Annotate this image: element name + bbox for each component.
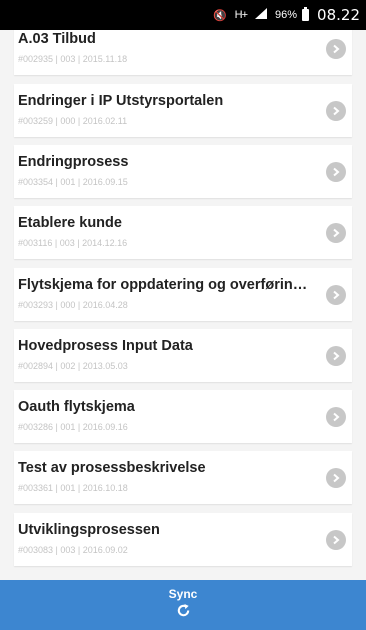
chevron-right-icon[interactable] xyxy=(326,468,346,488)
item-title: A.03 Tilbud xyxy=(18,31,96,47)
chevron-right-icon[interactable] xyxy=(326,346,346,366)
item-title: Endringprosess xyxy=(18,154,129,170)
item-title: Oauth flytskjema xyxy=(18,399,135,415)
chevron-right-icon[interactable] xyxy=(326,530,346,550)
item-meta: #003361 | 001 | 2016.10.18 xyxy=(18,483,128,493)
item-title: Hovedprosess Input Data xyxy=(18,338,193,354)
list-item[interactable]: Oauth flytskjema #003286 | 001 | 2016.09… xyxy=(14,390,352,443)
item-meta: #003286 | 001 | 2016.09.16 xyxy=(18,422,128,432)
signal-icon xyxy=(255,8,268,22)
chevron-right-icon[interactable] xyxy=(326,162,346,182)
chevron-right-icon[interactable] xyxy=(326,39,346,59)
list-item[interactable]: Etablere kunde #003116 | 003 | 2014.12.1… xyxy=(14,206,352,259)
chevron-right-icon[interactable] xyxy=(326,285,346,305)
sync-label: Sync xyxy=(168,587,198,601)
sync-button[interactable]: Sync xyxy=(0,580,366,630)
status-bar: 🔇 H+ 96% 08.22 xyxy=(0,0,366,30)
list-item[interactable]: Endringer i IP Utstyrsportalen #003259 |… xyxy=(14,84,352,137)
process-list: A.03 Tilbud #002935 | 003 | 2015.11.18 E… xyxy=(0,30,366,580)
chevron-right-icon[interactable] xyxy=(326,407,346,427)
item-meta: #002935 | 003 | 2015.11.18 xyxy=(18,54,128,64)
item-meta: #002894 | 002 | 2013.05.03 xyxy=(18,361,128,371)
list-item[interactable]: Flytskjema for oppdatering og overføring… xyxy=(14,268,352,321)
list-item[interactable]: Utviklingsprosessen #003083 | 003 | 2016… xyxy=(14,513,352,566)
list-item[interactable]: Hovedprosess Input Data #002894 | 002 | … xyxy=(14,329,352,382)
network-type-icon: H+ xyxy=(234,9,248,21)
item-title: Endringer i IP Utstyrsportalen xyxy=(18,93,224,109)
mute-icon: 🔇 xyxy=(212,9,227,22)
item-title: Utviklingsprosessen xyxy=(18,522,160,538)
item-meta: #003354 | 001 | 2016.09.15 xyxy=(18,177,128,187)
battery-icon xyxy=(302,7,310,21)
item-meta: #003293 | 000 | 2016.04.28 xyxy=(18,300,128,310)
battery-percent: 96% xyxy=(275,9,298,21)
list-item[interactable]: Endringprosess #003354 | 001 | 2016.09.1… xyxy=(14,145,352,198)
item-title: Test av prosessbeskrivelse xyxy=(18,460,206,476)
clock: 08.22 xyxy=(317,6,360,24)
item-meta: #003259 | 000 | 2016.02.11 xyxy=(18,116,128,126)
chevron-right-icon[interactable] xyxy=(326,223,346,243)
item-meta: #003083 | 003 | 2016.09.02 xyxy=(18,545,128,555)
chevron-right-icon[interactable] xyxy=(326,101,346,121)
refresh-icon xyxy=(176,603,191,623)
item-meta: #003116 | 003 | 2014.12.16 xyxy=(18,238,128,248)
item-title: Etablere kunde xyxy=(18,215,122,231)
list-item[interactable]: A.03 Tilbud #002935 | 003 | 2015.11.18 xyxy=(14,30,352,75)
list-item[interactable]: Test av prosessbeskrivelse #003361 | 001… xyxy=(14,451,352,504)
item-title: Flytskjema for oppdatering og overføring… xyxy=(18,277,308,293)
